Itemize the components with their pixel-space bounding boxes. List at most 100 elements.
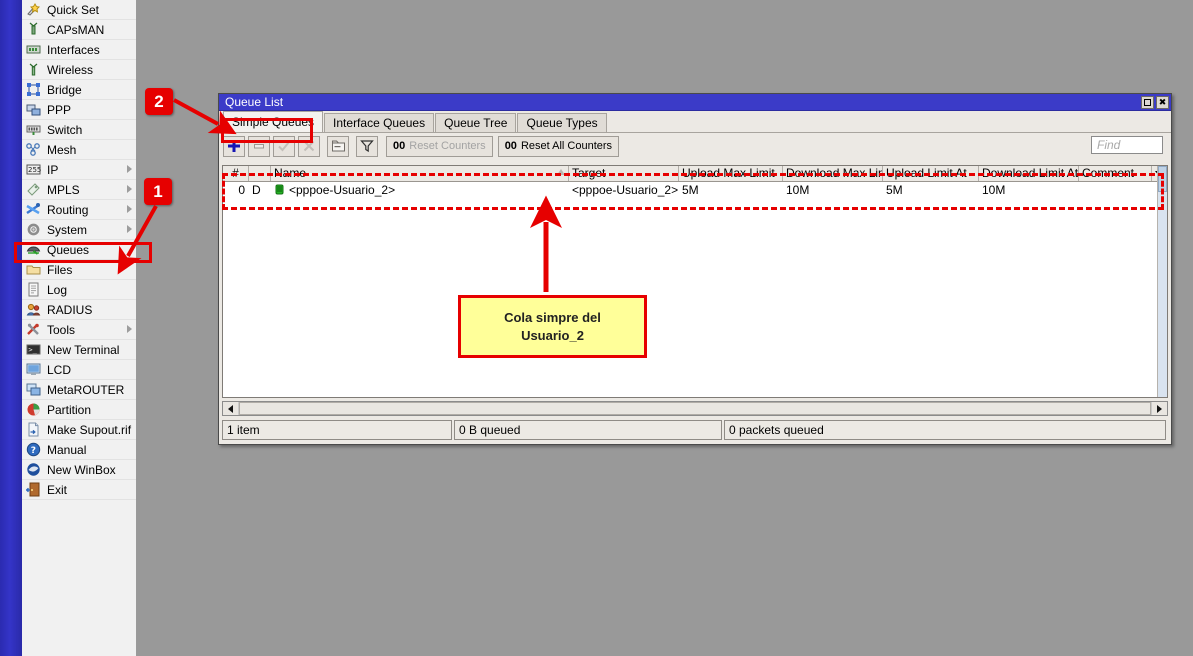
- column-header--[interactable]: #: [223, 166, 249, 181]
- svg-text:>_: >_: [28, 346, 37, 354]
- sidebar-item-mesh[interactable]: Mesh: [22, 140, 136, 160]
- enable-icon[interactable]: [273, 136, 295, 157]
- sidebar-item-partition[interactable]: Partition: [22, 400, 136, 420]
- sidebar-item-exit[interactable]: Exit: [22, 480, 136, 500]
- comment-icon[interactable]: [327, 136, 349, 157]
- sort-ascending-icon: [557, 169, 565, 175]
- sidebar-item-label: MetaROUTER: [42, 383, 124, 397]
- sidebar-item-tools[interactable]: Tools: [22, 320, 136, 340]
- sidebar-item-new-winbox[interactable]: New WinBox: [22, 460, 136, 480]
- reset-counters-button[interactable]: 00 Reset Counters: [386, 136, 493, 157]
- remove-icon[interactable]: [248, 136, 270, 157]
- toolbar: 00 Reset Counters 00 Reset All Counters …: [219, 133, 1171, 159]
- status-item-2: 0 packets queued: [724, 420, 1166, 440]
- wireless-icon: [26, 62, 42, 78]
- sidebar-item-label: RADIUS: [42, 303, 92, 317]
- column-header-download-max-limit[interactable]: Download Max Limit: [783, 166, 883, 181]
- sidebar-item-label: Manual: [42, 443, 86, 457]
- scroll-right-icon[interactable]: [1152, 402, 1167, 415]
- column-header-download-limit-at[interactable]: Download Limit At: [979, 166, 1079, 181]
- queue-list-window: Queue List ✖ Simple QueuesInterface Queu…: [218, 93, 1172, 445]
- cell-target: <pppoe-Usuario_2>: [569, 183, 679, 197]
- maximize-icon[interactable]: [1141, 96, 1154, 109]
- sidebar-item-manual[interactable]: ? Manual: [22, 440, 136, 460]
- exit-icon: [26, 482, 42, 498]
- status-item-1: 0 B queued: [454, 420, 722, 440]
- add-icon[interactable]: [223, 136, 245, 157]
- sidebar-item-radius[interactable]: RADIUS: [22, 300, 136, 320]
- sidebar-item-label: Make Supout.rif: [42, 423, 131, 437]
- manual-icon: ?: [26, 442, 42, 458]
- search-placeholder: Find: [1097, 138, 1120, 152]
- horizontal-scrollbar-track[interactable]: [238, 402, 1152, 415]
- reset-counters-label: Reset Counters: [409, 140, 485, 152]
- tab-interface-queues[interactable]: Interface Queues: [324, 113, 434, 132]
- sidebar-item-label: Mesh: [42, 143, 76, 157]
- column-header-upload-max-limit[interactable]: Upload Max Limit: [679, 166, 783, 181]
- svg-text:?: ?: [31, 446, 36, 456]
- sidebar-item-lcd[interactable]: LCD: [22, 360, 136, 380]
- sidebar-item-interfaces[interactable]: Interfaces: [22, 40, 136, 60]
- tab-bar: Simple QueuesInterface QueuesQueue TreeQ…: [219, 111, 1171, 133]
- sidebar-item-ip[interactable]: 255IP: [22, 160, 136, 180]
- sidebar-item-mpls[interactable]: MPLS: [22, 180, 136, 200]
- tab-queue-tree[interactable]: Queue Tree: [435, 113, 516, 132]
- sidebar-item-make-supout-rif[interactable]: Make Supout.rif: [22, 420, 136, 440]
- sidebar-item-files[interactable]: Files: [22, 260, 136, 280]
- column-header-target[interactable]: Target: [569, 166, 679, 181]
- reset-all-counters-label: Reset All Counters: [521, 140, 612, 152]
- sidebar-item-switch[interactable]: Switch: [22, 120, 136, 140]
- bridge-icon: [26, 82, 42, 98]
- filter-icon[interactable]: [356, 136, 378, 157]
- sidebar-item-quick-set[interactable]: Quick Set: [22, 0, 136, 20]
- cell-upload-max-limit: 5M: [679, 183, 783, 197]
- tab-queue-types[interactable]: Queue Types: [517, 113, 606, 132]
- radius-icon: [26, 302, 42, 318]
- system-icon: [26, 222, 42, 238]
- table-row[interactable]: 0D<pppoe-Usuario_2><pppoe-Usuario_2>5M10…: [223, 182, 1167, 197]
- sidebar-item-log[interactable]: Log: [22, 280, 136, 300]
- sidebar-item-new-terminal[interactable]: >_New Terminal: [22, 340, 136, 360]
- sidebar-item-metarouter[interactable]: MetaROUTER: [22, 380, 136, 400]
- mpls-icon: [26, 182, 42, 198]
- search-input[interactable]: Find: [1091, 136, 1163, 154]
- sidebar-item-capsman[interactable]: CAPsMAN: [22, 20, 136, 40]
- reset-counters-prefix: 00: [393, 140, 405, 152]
- sidebar-item-bridge[interactable]: Bridge: [22, 80, 136, 100]
- vertical-scrollbar-thumb[interactable]: [1158, 166, 1167, 192]
- scroll-left-icon[interactable]: [223, 402, 238, 415]
- sidebar-item-wireless[interactable]: Wireless: [22, 60, 136, 80]
- column-header-flags[interactable]: [249, 166, 271, 181]
- annotation-badge-2: 2: [145, 88, 173, 115]
- cell-name: <pppoe-Usuario_2>: [271, 183, 569, 197]
- horizontal-scrollbar[interactable]: [222, 401, 1168, 416]
- window-title: Queue List: [225, 96, 1139, 108]
- close-icon[interactable]: ✖: [1156, 96, 1169, 109]
- cell-flags: D: [249, 183, 271, 197]
- column-header-name[interactable]: Name: [271, 166, 569, 181]
- sidebar-item-label: Interfaces: [42, 43, 100, 57]
- column-header-comment[interactable]: Comment: [1079, 166, 1152, 181]
- sidebar-item-label: Log: [42, 283, 67, 297]
- lcd-icon: [26, 362, 42, 378]
- sidebar-item-label: Tools: [42, 323, 75, 337]
- sidebar-item-system[interactable]: System: [22, 220, 136, 240]
- sidebar-item-label: Routing: [42, 203, 88, 217]
- cell-download-limit-at: 10M: [979, 183, 1079, 197]
- queues-icon: [26, 242, 42, 258]
- sidebar-item-ppp[interactable]: PPP: [22, 100, 136, 120]
- sidebar-item-routing[interactable]: Routing: [22, 200, 136, 220]
- supout-icon: [26, 422, 42, 438]
- status-bar: 1 item0 B queued0 packets queued: [222, 420, 1168, 440]
- column-header-upload-limit-at[interactable]: Upload Limit At: [883, 166, 979, 181]
- main-menu-sidebar: Quick SetCAPsMAN Interfaces Wireless Bridge…: [22, 0, 137, 656]
- disable-icon[interactable]: [298, 136, 320, 157]
- tab-simple-queues[interactable]: Simple Queues: [223, 111, 323, 132]
- vertical-scrollbar[interactable]: [1157, 166, 1167, 397]
- window-titlebar[interactable]: Queue List ✖: [219, 94, 1171, 111]
- partition-icon: [26, 402, 42, 418]
- cell-download-max-limit: 10M: [783, 183, 883, 197]
- sidebar-item-queues[interactable]: Queues: [22, 240, 136, 260]
- sidebar-item-label: Bridge: [42, 83, 82, 97]
- reset-all-counters-button[interactable]: 00 Reset All Counters: [498, 136, 619, 157]
